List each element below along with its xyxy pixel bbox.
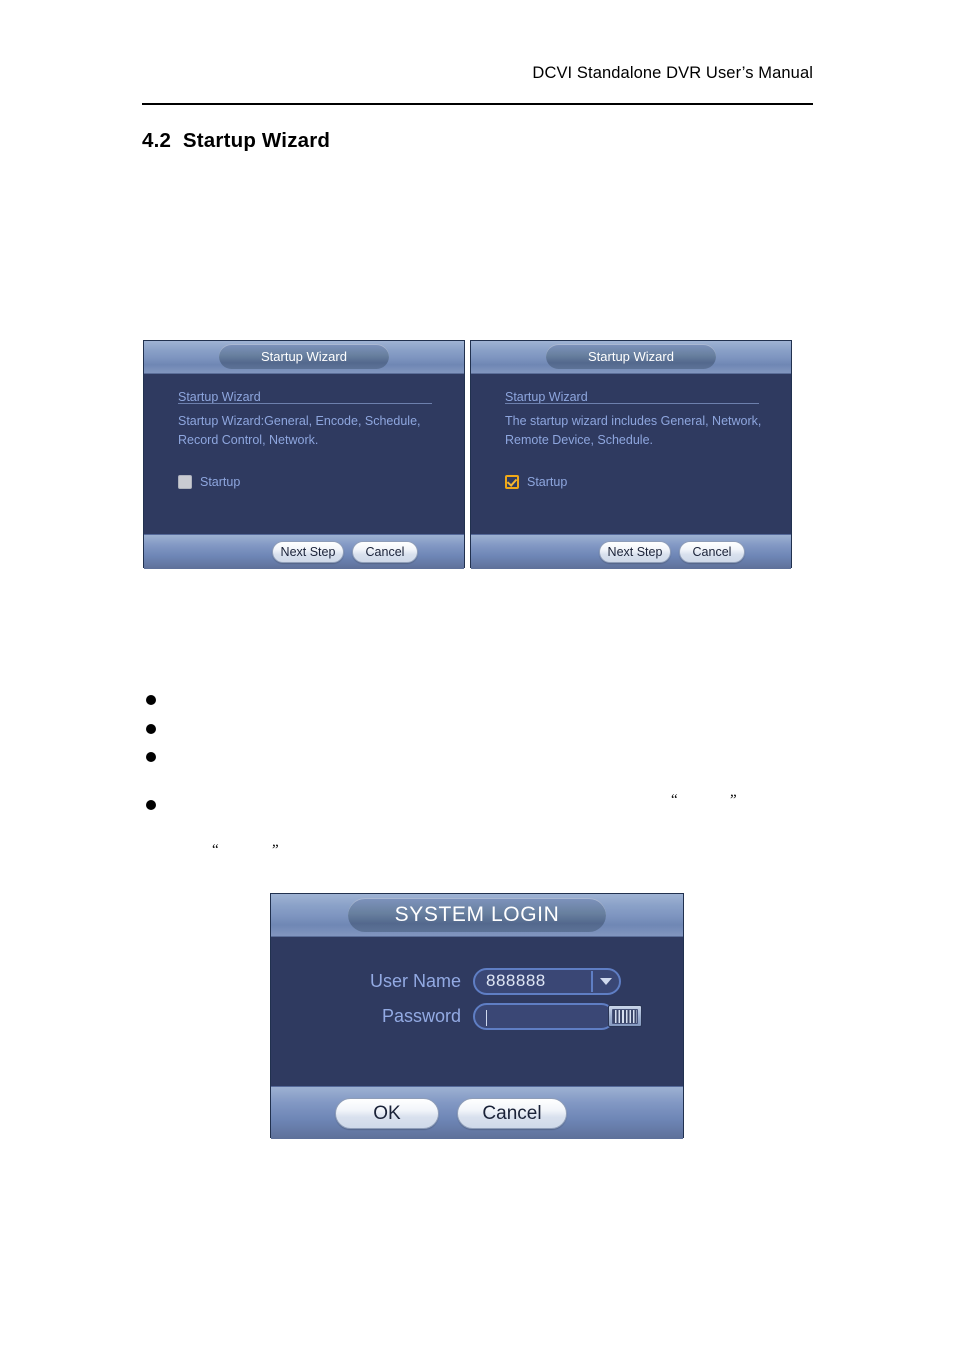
list-item-bullet bbox=[146, 695, 156, 705]
header-divider bbox=[142, 103, 813, 105]
wizard-right-startup-label: Startup bbox=[527, 475, 568, 489]
username-label: User Name bbox=[369, 970, 461, 991]
wizard-right-group-label: Startup Wizard bbox=[505, 390, 588, 404]
password-input[interactable] bbox=[473, 1002, 615, 1030]
wizard-right-body: Startup Wizard The startup wizard includ… bbox=[471, 374, 791, 534]
wizard-right-footer: Next Step Cancel bbox=[471, 534, 791, 569]
wizard-right-next-step-button[interactable]: Next Step bbox=[599, 541, 671, 563]
username-value: 888888 bbox=[486, 971, 546, 990]
checkbox-unchecked-icon[interactable] bbox=[178, 475, 192, 489]
keyboard-icon bbox=[612, 1008, 638, 1024]
wizard-right-title: Startup Wizard bbox=[546, 344, 716, 369]
wizard-right-description: The startup wizard includes General, Net… bbox=[505, 414, 762, 447]
login-titlebar: SYSTEM LOGIN bbox=[271, 894, 683, 937]
login-ok-button[interactable]: OK bbox=[335, 1098, 439, 1129]
login-body: User Name 888888 Password bbox=[271, 937, 683, 1086]
wizard-right-titlebar: Startup Wizard bbox=[471, 341, 791, 374]
wizard-left-titlebar: Startup Wizard bbox=[144, 341, 464, 374]
quote-close-mark-2: ” bbox=[272, 842, 279, 858]
wizard-left-description: Startup Wizard:General, Encode, Schedule… bbox=[178, 414, 421, 447]
wizard-right-group-divider bbox=[505, 403, 759, 404]
list-item-bullet bbox=[146, 800, 156, 810]
wizard-left-group-divider bbox=[178, 403, 432, 404]
wizard-left-title: Startup Wizard bbox=[219, 344, 389, 369]
username-select[interactable]: 888888 bbox=[473, 967, 621, 995]
page-header-title: DCVI Standalone DVR User’s Manual bbox=[532, 64, 813, 82]
wizard-right-startup-checkbox-row[interactable]: Startup bbox=[505, 474, 567, 490]
virtual-keyboard-button[interactable] bbox=[608, 1005, 642, 1027]
text-cursor-caret bbox=[486, 1009, 487, 1026]
wizard-left-group-label: Startup Wizard bbox=[178, 390, 261, 404]
wizard-left-body: Startup Wizard Startup Wizard:General, E… bbox=[144, 374, 464, 534]
chevron-down-icon[interactable] bbox=[600, 978, 612, 985]
login-footer: OK Cancel bbox=[271, 1086, 683, 1139]
password-row: Password bbox=[349, 1002, 615, 1030]
password-label: Password bbox=[381, 1005, 461, 1026]
checkbox-checked-icon[interactable] bbox=[505, 475, 519, 489]
wizard-left-next-step-button[interactable]: Next Step bbox=[272, 541, 344, 563]
list-item-bullet bbox=[146, 752, 156, 762]
wizard-left-startup-label: Startup bbox=[200, 475, 241, 489]
startup-wizard-dialog-right: Startup Wizard Startup Wizard The startu… bbox=[470, 340, 792, 569]
login-dialog-title: SYSTEM LOGIN bbox=[348, 898, 606, 932]
quote-close-mark-1: ” bbox=[730, 792, 737, 808]
quote-open-mark-1: “ bbox=[671, 792, 678, 808]
wizard-left-startup-checkbox-row[interactable]: Startup bbox=[178, 474, 240, 490]
wizard-left-cancel-button[interactable]: Cancel bbox=[352, 541, 418, 563]
system-login-dialog: SYSTEM LOGIN User Name 888888 Password O… bbox=[270, 893, 684, 1139]
dropdown-divider bbox=[591, 970, 593, 992]
startup-wizard-dialog-left: Startup Wizard Startup Wizard Startup Wi… bbox=[143, 340, 465, 569]
page-title: 4.2 Startup Wizard bbox=[142, 129, 331, 152]
wizard-left-footer: Next Step Cancel bbox=[144, 534, 464, 569]
wizard-right-cancel-button[interactable]: Cancel bbox=[679, 541, 745, 563]
login-cancel-button[interactable]: Cancel bbox=[457, 1098, 567, 1129]
username-row: User Name 888888 bbox=[349, 967, 621, 995]
quote-open-mark-2: “ bbox=[212, 842, 219, 858]
list-item-bullet bbox=[146, 724, 156, 734]
